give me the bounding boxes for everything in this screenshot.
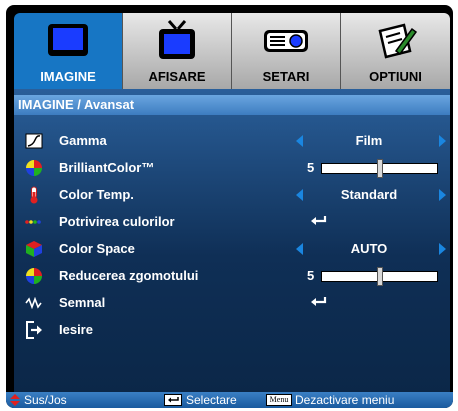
menu-item-label: Gamma bbox=[59, 133, 107, 148]
menu-item-gamma[interactable]: Gamma Film bbox=[14, 128, 450, 154]
color-space-value: AUTO bbox=[350, 241, 388, 256]
gamma-icon bbox=[25, 132, 43, 150]
menu-item-label: Semnal bbox=[59, 295, 106, 310]
tv-icon bbox=[123, 19, 231, 63]
color-match-icon bbox=[25, 213, 43, 231]
panel-title: IMAGINE / Avansat bbox=[14, 95, 450, 115]
decrease-arrow-icon[interactable] bbox=[296, 243, 303, 255]
menu-item-exit[interactable]: Iesire bbox=[14, 317, 450, 343]
gamma-value: Film bbox=[355, 133, 383, 148]
projector-osd-menu: IMAGINE AFISARE SETARI OPTIUNI IMAGINE /… bbox=[6, 5, 453, 408]
enter-icon bbox=[310, 296, 328, 311]
up-down-arrows-icon bbox=[10, 394, 20, 406]
color-temp-value: Standard bbox=[340, 187, 398, 202]
select-hint: Selectare bbox=[186, 393, 237, 407]
projector-icon bbox=[232, 19, 340, 63]
slider-handle[interactable] bbox=[377, 159, 383, 178]
tab-label: AFISARE bbox=[148, 69, 206, 84]
increase-arrow-icon[interactable] bbox=[439, 135, 446, 147]
color-space-cube-icon bbox=[25, 240, 43, 258]
menu-hint: Dezactivare meniu bbox=[295, 393, 395, 407]
menu-item-color-space[interactable]: Color Space AUTO bbox=[14, 236, 450, 262]
menu-item-label: Reducerea zgomotului bbox=[59, 268, 199, 283]
exit-icon bbox=[25, 321, 43, 339]
brilliantcolor-slider[interactable] bbox=[321, 159, 438, 178]
tab-label: SETARI bbox=[262, 69, 310, 84]
brilliantcolor-number: 5 bbox=[307, 160, 315, 175]
tab-imagine[interactable]: IMAGINE bbox=[14, 13, 123, 89]
options-pen-icon bbox=[341, 19, 450, 63]
tab-afisare[interactable]: AFISARE bbox=[123, 13, 232, 89]
menu-tabs: IMAGINE AFISARE SETARI OPTIUNI bbox=[14, 13, 450, 89]
tab-label: OPTIUNI bbox=[369, 69, 422, 84]
tab-label: IMAGINE bbox=[40, 69, 96, 84]
enter-icon bbox=[310, 215, 328, 230]
increase-arrow-icon[interactable] bbox=[439, 243, 446, 255]
signal-icon bbox=[25, 294, 43, 312]
noise-reduction-icon bbox=[25, 267, 43, 285]
menu-item-color-matching[interactable]: Potrivirea culorilor bbox=[14, 209, 450, 235]
noise-reduction-slider[interactable] bbox=[321, 267, 438, 286]
decrease-arrow-icon[interactable] bbox=[296, 189, 303, 201]
menu-item-label: Iesire bbox=[59, 322, 93, 337]
settings-panel: IMAGINE / Avansat Gamma Film BrilliantCo… bbox=[14, 89, 450, 393]
menu-item-color-temp[interactable]: Color Temp. Standard bbox=[14, 182, 450, 208]
slider-handle[interactable] bbox=[377, 267, 383, 286]
menu-item-brilliantcolor[interactable]: BrilliantColor™ 5 bbox=[14, 155, 450, 181]
monitor-icon bbox=[14, 19, 122, 63]
tab-setari[interactable]: SETARI bbox=[232, 13, 341, 89]
decrease-arrow-icon[interactable] bbox=[296, 135, 303, 147]
menu-item-label: Color Temp. bbox=[59, 187, 134, 202]
noise-reduction-number: 5 bbox=[307, 268, 315, 283]
increase-arrow-icon[interactable] bbox=[439, 189, 446, 201]
menu-item-noise-reduction[interactable]: Reducerea zgomotului 5 bbox=[14, 263, 450, 289]
brilliantcolor-icon bbox=[25, 159, 43, 177]
menu-item-label: Potrivirea culorilor bbox=[59, 214, 175, 229]
menu-item-label: BrilliantColor™ bbox=[59, 160, 155, 175]
enter-key-icon bbox=[164, 394, 182, 406]
menu-item-label: Color Space bbox=[59, 241, 135, 256]
nav-hint: Sus/Jos bbox=[24, 393, 67, 407]
thermometer-icon bbox=[25, 186, 43, 204]
status-bar: Sus/Jos Selectare Menu Dezactivare meniu bbox=[6, 392, 453, 408]
tab-optiuni[interactable]: OPTIUNI bbox=[341, 13, 450, 89]
menu-key-icon: Menu bbox=[266, 394, 292, 406]
menu-item-signal[interactable]: Semnal bbox=[14, 290, 450, 316]
